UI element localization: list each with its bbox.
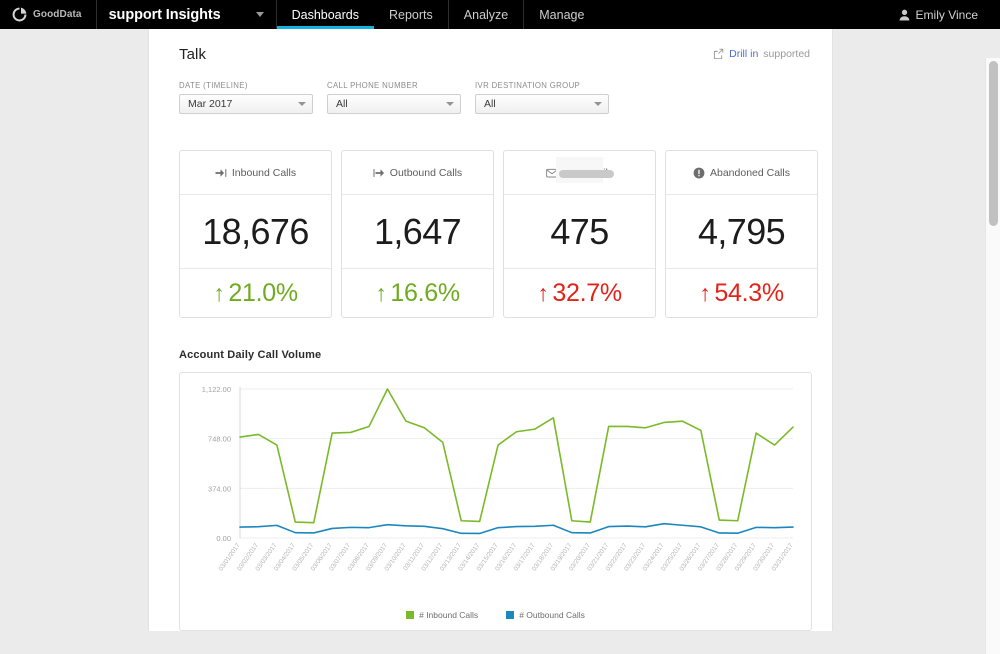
tab-manage[interactable]: Manage — [523, 0, 599, 29]
legend-swatch-outbound — [506, 611, 514, 619]
loading-skeleton-overlay — [556, 157, 603, 183]
dashboard-content-panel: Talk Drill in supported DATE (TIMELINE) … — [148, 29, 833, 631]
filter-date-timeline: DATE (TIMELINE) Mar 2017 — [179, 81, 313, 114]
kpi-header: Abandoned Calls — [666, 151, 817, 195]
chart-widget: Account Daily Call Volume 0.00 374.00 748.… — [149, 318, 832, 631]
kpi-header: Inbound Calls — [180, 151, 331, 195]
filter-call-phone-number-select[interactable]: All — [327, 94, 461, 114]
filter-call-phone-number-label: CALL PHONE NUMBER — [327, 81, 461, 90]
tab-reports-label: Reports — [389, 8, 433, 22]
drill-in-suffix: supported — [763, 48, 810, 60]
kpi-delta-value: 21.0% — [228, 279, 297, 308]
brand-name: GoodData — [33, 9, 82, 20]
kpi-title: Abandoned Calls — [710, 167, 790, 179]
trend-up-arrow-icon: ↑ — [375, 282, 386, 305]
tab-manage-label: Manage — [539, 8, 584, 22]
kpi-delta: ↑ 54.3% — [666, 269, 817, 317]
kpi-delta-value: 32.7% — [552, 279, 621, 308]
kpi-value: 1,647 — [342, 195, 493, 269]
chevron-down-icon — [256, 12, 264, 17]
kpi-delta-value: 16.6% — [390, 279, 459, 308]
page-title: Talk — [179, 46, 206, 63]
kpi-value: 475 — [504, 195, 655, 269]
brand-logo-area[interactable]: GoodData — [0, 0, 97, 29]
filter-date-timeline-select[interactable]: Mar 2017 — [179, 94, 313, 114]
filter-ivr-destination-group-label: IVR DESTINATION GROUP — [475, 81, 609, 90]
alert-icon — [693, 167, 705, 179]
legend-swatch-inbound — [406, 611, 414, 619]
filter-date-timeline-value: Mar 2017 — [188, 98, 232, 110]
trend-up-arrow-icon: ↑ — [699, 282, 710, 305]
svg-text:748.00: 748.00 — [208, 435, 231, 444]
legend-item-outbound-calls[interactable]: # Outbound Calls — [506, 610, 585, 620]
scrollbar-thumb[interactable] — [989, 61, 998, 226]
filter-date-timeline-label: DATE (TIMELINE) — [179, 81, 313, 90]
account-daily-call-volume-chart: 0.00374.00748.001,122.0003/01/201703/02/… — [180, 373, 811, 630]
chevron-down-icon — [594, 102, 602, 106]
page-body: Talk Drill in supported DATE (TIMELINE) … — [0, 29, 1000, 625]
external-link-icon — [713, 48, 724, 59]
tab-dashboards[interactable]: Dashboards — [277, 0, 374, 29]
trend-up-arrow-icon: ↑ — [213, 282, 224, 305]
kpi-card-row: Inbound Calls 18,676 ↑ 21.0% Outbound Ca… — [149, 114, 832, 318]
inbound-arrow-icon — [215, 167, 227, 179]
kpi-card-outbound-calls[interactable]: Outbound Calls 1,647 ↑ 16.6% — [341, 150, 494, 318]
chart-legend: # Inbound Calls # Outbound Calls — [180, 610, 811, 620]
main-nav-tabs: Dashboards Reports Analyze Manage — [277, 0, 600, 29]
kpi-title: Outbound Calls — [390, 167, 462, 179]
dashboard-title-row: Talk Drill in supported — [149, 29, 832, 63]
user-name: Emily Vince — [916, 8, 978, 22]
outbound-arrow-icon — [373, 167, 385, 179]
gooddata-logo-icon — [12, 7, 27, 22]
legend-item-inbound-calls[interactable]: # Inbound Calls — [406, 610, 478, 620]
tab-reports[interactable]: Reports — [374, 0, 448, 29]
tab-analyze-label: Analyze — [464, 8, 508, 22]
kpi-delta: ↑ 21.0% — [180, 269, 331, 317]
tab-analyze[interactable]: Analyze — [448, 0, 523, 29]
loading-skeleton-pill — [559, 170, 614, 178]
legend-label-outbound: # Outbound Calls — [519, 610, 585, 620]
kpi-card-voicemails[interactable]: Voicemails 475 ↑ 32.7% — [503, 150, 656, 318]
kpi-header: Voicemails — [504, 151, 655, 195]
kpi-delta-value: 54.3% — [714, 279, 783, 308]
filter-ivr-destination-group-value: All — [484, 98, 496, 110]
project-switcher[interactable]: support Insights — [97, 0, 277, 29]
user-avatar-icon — [899, 9, 910, 21]
kpi-card-inbound-calls[interactable]: Inbound Calls 18,676 ↑ 21.0% — [179, 150, 332, 318]
kpi-header: Outbound Calls — [342, 151, 493, 195]
filter-ivr-destination-group-select[interactable]: All — [475, 94, 609, 114]
kpi-value: 18,676 — [180, 195, 331, 269]
drill-in-supported-indicator[interactable]: Drill in supported — [713, 48, 810, 60]
top-navigation-bar: GoodData support Insights Dashboards Rep… — [0, 0, 1000, 29]
svg-text:0.00: 0.00 — [216, 534, 231, 543]
svg-text:374.00: 374.00 — [208, 484, 231, 493]
kpi-delta: ↑ 32.7% — [504, 269, 655, 317]
chevron-down-icon — [446, 102, 454, 106]
chevron-down-icon — [298, 102, 306, 106]
filter-ivr-destination-group: IVR DESTINATION GROUP All — [475, 81, 609, 114]
filter-call-phone-number: CALL PHONE NUMBER All — [327, 81, 461, 114]
chart-container[interactable]: 0.00374.00748.001,122.0003/01/201703/02/… — [179, 372, 812, 631]
kpi-card-abandoned-calls[interactable]: Abandoned Calls 4,795 ↑ 54.3% — [665, 150, 818, 318]
user-menu[interactable]: Emily Vince — [887, 0, 1000, 29]
kpi-title: Inbound Calls — [232, 167, 296, 179]
svg-text:1,122.00: 1,122.00 — [202, 385, 231, 394]
tab-dashboards-label: Dashboards — [292, 8, 359, 22]
trend-up-arrow-icon: ↑ — [537, 282, 548, 305]
filter-bar: DATE (TIMELINE) Mar 2017 CALL PHONE NUMB… — [149, 63, 832, 114]
kpi-value: 4,795 — [666, 195, 817, 269]
vertical-scrollbar[interactable] — [985, 58, 1000, 654]
chart-title: Account Daily Call Volume — [179, 349, 832, 361]
project-name: support Insights — [109, 7, 221, 23]
drill-in-link[interactable]: Drill in — [729, 48, 758, 60]
kpi-delta: ↑ 16.6% — [342, 269, 493, 317]
filter-call-phone-number-value: All — [336, 98, 348, 110]
legend-label-inbound: # Inbound Calls — [419, 610, 478, 620]
